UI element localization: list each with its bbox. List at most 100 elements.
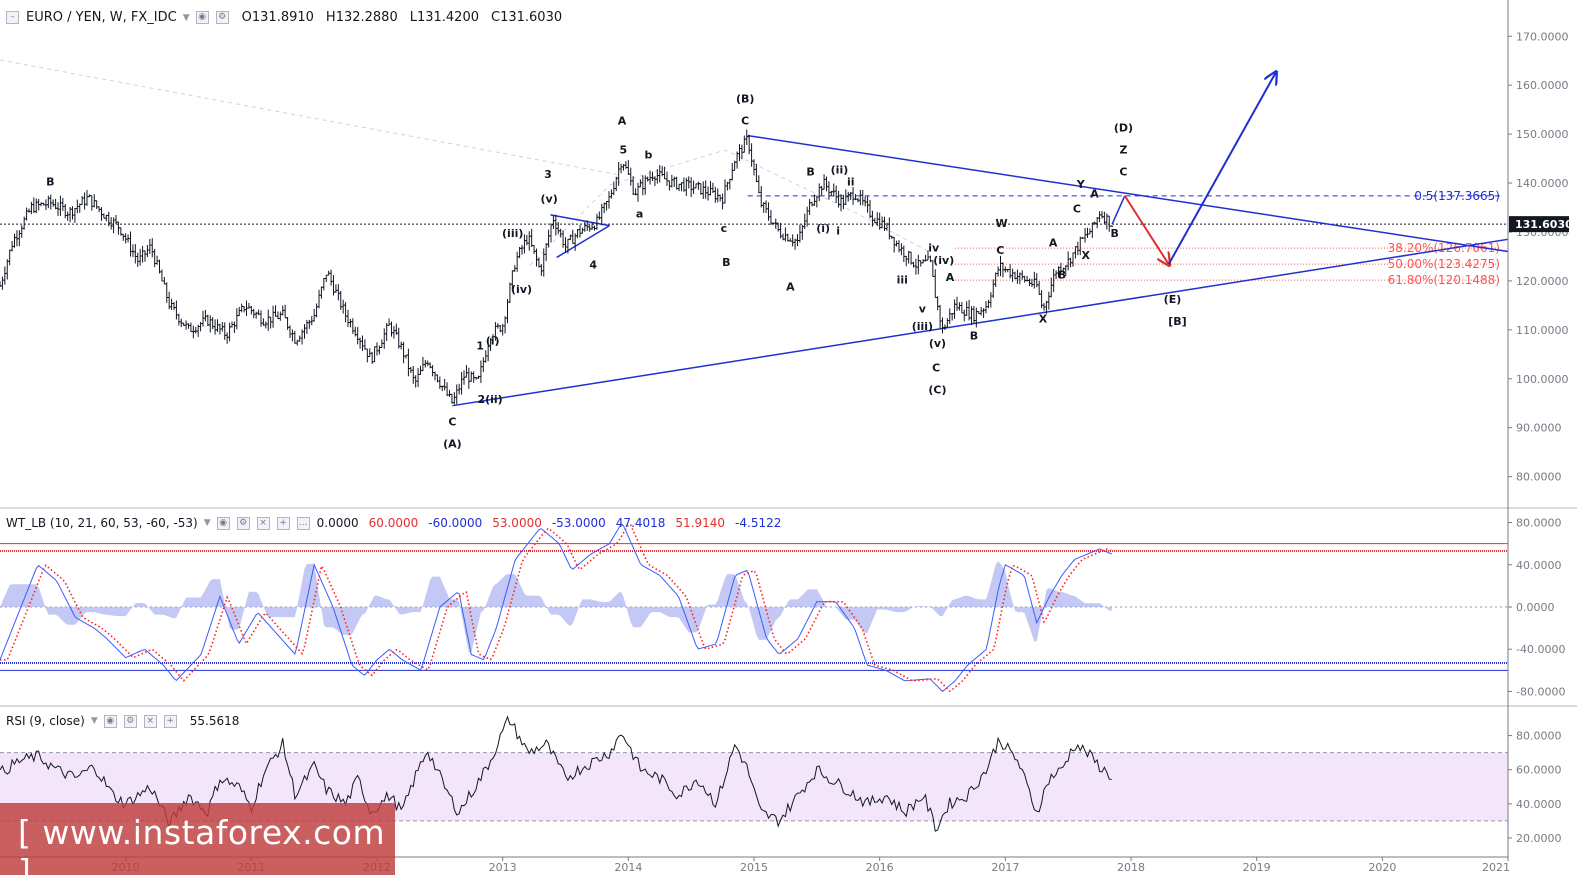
- ohlc-bar: [452, 392, 456, 405]
- wave-label: C: [932, 361, 940, 374]
- price-y-tick-label: 90.0000: [1516, 422, 1562, 435]
- ohlc-bar: [269, 316, 273, 329]
- ohlc-bar: [834, 185, 838, 204]
- symbol-title[interactable]: EURO / YEN, W, FX_IDC: [26, 10, 177, 25]
- ohlc-bar: [276, 311, 280, 319]
- ohlc-bar: [95, 200, 99, 210]
- wave-label: A: [1090, 188, 1099, 201]
- wt-y-tick-label: 80.0000: [1516, 517, 1562, 530]
- ohlc-bar: [728, 178, 732, 190]
- more-icon[interactable]: …: [296, 516, 310, 530]
- wt-indicator-name[interactable]: WT_LB (10, 21, 60, 53, -60, -53): [6, 516, 198, 530]
- price-y-tick-label: 150.0000: [1516, 128, 1569, 141]
- ohlc-bar: [680, 182, 683, 192]
- ohlc-bar: [477, 375, 480, 379]
- ohlc-bar: [5, 259, 9, 280]
- chart-canvas[interactable]: 0.5(137.3665)38.20%(126.7061)50.00%(123.…: [0, 0, 1577, 878]
- ohlc-bar: [319, 286, 323, 299]
- trendline: [747, 134, 1509, 253]
- chevron-down-icon[interactable]: ▼: [183, 13, 190, 23]
- wave-label: C: [1119, 166, 1127, 179]
- ohlc-bar: [20, 225, 24, 238]
- plus-icon[interactable]: +: [276, 516, 290, 530]
- ohlc-bar: [825, 176, 828, 192]
- eye-icon[interactable]: ◉: [103, 714, 117, 728]
- wt-value: 60.0000: [368, 516, 419, 530]
- wt-legend: WT_LB (10, 21, 60, 53, -60, -53) ▼ ◉ ⚙ ×…: [6, 516, 791, 530]
- ohlc-bar: [641, 175, 645, 196]
- ohlc-bar: [948, 308, 952, 324]
- ohlc-bar: [201, 310, 205, 327]
- ohlc-bar: [278, 311, 282, 321]
- ohlc-bar: [1049, 277, 1053, 298]
- ohlc-bar: [982, 308, 986, 318]
- ohlc-bar: [588, 224, 592, 232]
- ohlc-bar: [609, 189, 613, 199]
- ohlc-bar: [443, 378, 447, 391]
- ohlc-bar: [614, 176, 618, 192]
- ohlc-bar: [121, 233, 125, 241]
- trendline: [452, 238, 1509, 407]
- ohlc-bar: [416, 367, 420, 387]
- ohlc-bar: [32, 197, 36, 214]
- ohlc-bar: [602, 202, 606, 214]
- ohlc-bar: [800, 224, 804, 240]
- rsi-legend: RSI (9, close) ▼ ◉ ⚙ × + 55.5618: [6, 714, 239, 728]
- price-y-tick-label: 160.0000: [1516, 79, 1569, 92]
- eye-icon[interactable]: ◉: [216, 516, 230, 530]
- gear-icon[interactable]: ⚙: [215, 11, 229, 24]
- ohlc-bar: [595, 213, 599, 230]
- ohlc-bar: [805, 206, 809, 227]
- ohlc-bar: [8, 249, 12, 266]
- wave-label: [B]: [1168, 315, 1186, 328]
- ohlc-bar: [904, 255, 908, 267]
- ohlc-bar: [738, 144, 741, 162]
- wave-label: C: [1073, 202, 1081, 215]
- wave-label: c: [721, 222, 728, 235]
- ohlc-bar: [530, 228, 534, 247]
- wave-label: (iii): [912, 320, 933, 333]
- ohlc-bar: [723, 179, 727, 204]
- collapse-icon[interactable]: –: [6, 11, 19, 24]
- wave-label: A: [618, 114, 627, 127]
- chevron-down-icon[interactable]: ▼: [204, 518, 211, 528]
- ohlc-bar: [264, 321, 268, 329]
- price-y-tick-label: 110.0000: [1516, 324, 1569, 337]
- wave-label: ii: [847, 175, 855, 188]
- eye-icon[interactable]: ◉: [195, 11, 209, 24]
- ohlc-bar: [346, 309, 350, 327]
- chevron-down-icon[interactable]: ▼: [91, 716, 98, 726]
- rsi-indicator-name[interactable]: RSI (9, close): [6, 714, 85, 728]
- ohlc-bar: [411, 365, 415, 384]
- ohlc-bar: [467, 367, 471, 389]
- rsi-value: 55.5618: [189, 714, 240, 728]
- wt-value: 53.0000: [492, 516, 542, 530]
- ohlc-bar: [46, 195, 50, 209]
- ohlc-bar: [1071, 252, 1075, 267]
- gear-icon[interactable]: ⚙: [236, 516, 250, 530]
- wave-label: B: [1110, 227, 1118, 240]
- plus-icon[interactable]: +: [163, 714, 177, 728]
- wave-label: A: [946, 271, 955, 284]
- ohlc-bar: [544, 243, 548, 262]
- ohlc-bar: [767, 202, 770, 221]
- close-icon[interactable]: ×: [256, 516, 270, 530]
- ohlc-bar: [701, 181, 705, 199]
- ohlc-bar: [158, 259, 161, 274]
- ohlc-bar: [665, 171, 669, 186]
- ohlc-bar: [141, 246, 145, 263]
- ohlc-bar: [1086, 227, 1089, 238]
- fib-level-label: 61.80%(120.1488): [1388, 273, 1500, 287]
- trendlines: [452, 134, 1509, 407]
- ohlc-bar: [1047, 291, 1051, 310]
- wave-label: (ii): [831, 163, 849, 176]
- close-icon[interactable]: ×: [143, 714, 157, 728]
- ohlc-bar: [136, 252, 140, 267]
- ohlc-bar: [687, 176, 691, 189]
- gear-icon[interactable]: ⚙: [123, 714, 137, 728]
- ohlc-bar: [583, 221, 587, 232]
- ohlc-bar: [945, 318, 949, 328]
- ohlc-bar: [479, 360, 483, 383]
- ohlc-bar: [646, 176, 650, 182]
- wave-label: B: [970, 330, 978, 343]
